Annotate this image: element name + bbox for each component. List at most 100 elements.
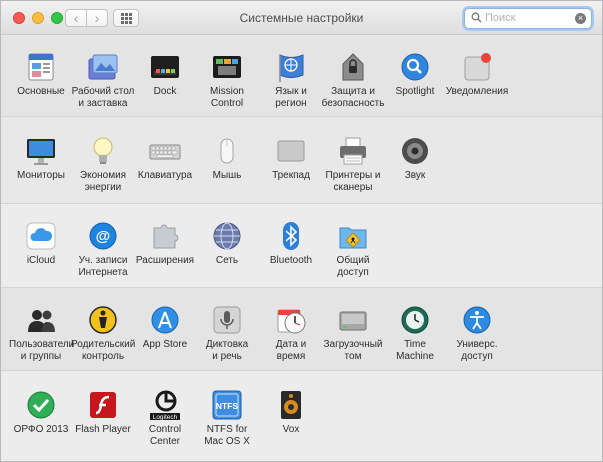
search-field[interactable]: × — [464, 8, 592, 29]
network-icon — [211, 220, 243, 252]
title-bar: ‹ › Системные настройки × — [1, 1, 602, 35]
logitech-logo-text: Logitech — [153, 414, 178, 421]
pane-app-store[interactable]: App Store — [133, 304, 197, 351]
language-icon — [275, 51, 307, 83]
general-icon — [25, 51, 57, 83]
vox-icon — [275, 389, 307, 421]
pane-dictation-speech[interactable]: Диктовка и речь — [195, 304, 259, 363]
pane-label: ОРФО 2013 — [13, 424, 69, 435]
pane-sharing[interactable]: Общий доступ — [321, 220, 385, 279]
keyboard-icon — [149, 135, 181, 167]
pane-general[interactable]: Основные — [9, 51, 73, 98]
pane-label: Экономия энергии — [79, 170, 127, 193]
pane-label: Дата и время — [275, 339, 307, 362]
pane-icloud[interactable]: iCloud — [9, 220, 73, 267]
displays-icon — [25, 135, 57, 167]
logitech-icon: Logitech — [149, 389, 181, 421]
mouse-icon — [211, 135, 243, 167]
pane-label: Основные — [17, 86, 65, 97]
pane-parental-controls[interactable]: Родительский контроль — [71, 304, 135, 363]
security-icon — [337, 51, 369, 83]
internet-accounts-icon: @ — [87, 220, 119, 252]
pane-label: Общий доступ — [336, 255, 370, 278]
bluetooth-icon — [275, 220, 307, 252]
icloud-icon — [25, 220, 57, 252]
pane-label: Защита и безопасность — [321, 86, 385, 109]
pane-date-time[interactable]: Дата и время — [259, 304, 323, 363]
pane-label: Bluetooth — [269, 255, 313, 266]
search-input[interactable] — [485, 10, 573, 26]
pane-accessibility[interactable]: Универс. доступ — [445, 304, 509, 363]
pane-label: Загрузочный том — [323, 339, 383, 362]
pane-label: Уч. записи Интернета — [78, 255, 128, 278]
pane-keyboard[interactable]: Клавиатура — [133, 135, 197, 182]
pane-printers-scanners[interactable]: Принтеры и сканеры — [321, 135, 385, 194]
datetime-icon — [275, 304, 307, 336]
sound-icon — [399, 135, 431, 167]
pane-label: Сеть — [215, 255, 239, 266]
pane-security[interactable]: Защита и безопасность — [321, 51, 385, 110]
pane-sound[interactable]: Звук — [383, 135, 447, 182]
pane-label: Мышь — [212, 170, 242, 181]
section-personal: Основные Рабочий стол и заставка Dock Mi… — [1, 35, 602, 117]
pane-network[interactable]: Сеть — [195, 220, 259, 267]
pane-label: Dock — [153, 86, 177, 97]
pane-ntfs[interactable]: NTFS NTFS for Mac OS X — [195, 389, 259, 448]
extensions-icon — [149, 220, 181, 252]
pane-label: Язык и регион — [275, 86, 307, 109]
appstore-icon — [149, 304, 181, 336]
pane-mission-control[interactable]: Mission Control — [195, 51, 259, 110]
ntfs-icon: NTFS — [211, 389, 243, 421]
pane-dock[interactable]: Dock — [133, 51, 197, 98]
notifications-icon — [461, 51, 493, 83]
pane-time-machine[interactable]: Time Machine — [383, 304, 447, 363]
pane-orfo[interactable]: ОРФО 2013 — [9, 389, 73, 436]
mission-control-icon — [211, 51, 243, 83]
sharing-icon — [337, 220, 369, 252]
printer-icon — [337, 135, 369, 167]
pane-trackpad[interactable]: Трекпад — [259, 135, 323, 182]
spotlight-icon — [399, 51, 431, 83]
pane-bluetooth[interactable]: Bluetooth — [259, 220, 323, 267]
pane-energy-saver[interactable]: Экономия энергии — [71, 135, 135, 194]
time-machine-icon — [399, 304, 431, 336]
accessibility-icon — [461, 304, 493, 336]
pane-label: Трекпад — [272, 170, 310, 181]
pane-startup-disk[interactable]: Загрузочный том — [321, 304, 385, 363]
pane-displays[interactable]: Мониторы — [9, 135, 73, 182]
pane-spotlight[interactable]: Spotlight — [383, 51, 447, 98]
pane-mouse[interactable]: Мышь — [195, 135, 259, 182]
pane-vox[interactable]: Vox — [259, 389, 323, 436]
pane-label: Родительский контроль — [71, 339, 136, 362]
clear-search-icon[interactable]: × — [575, 13, 586, 24]
pane-language-region[interactable]: Язык и регион — [259, 51, 323, 110]
pane-label: Мониторы — [17, 170, 65, 181]
pane-extensions[interactable]: Расширения — [133, 220, 197, 267]
parental-icon — [87, 304, 119, 336]
pane-desktop-screensaver[interactable]: Рабочий стол и заставка — [71, 51, 135, 110]
pane-flash-player[interactable]: Flash Player — [71, 389, 135, 436]
pane-label: Mission Control — [210, 86, 244, 109]
pane-label: Пользователи и группы — [9, 339, 75, 362]
startup-disk-icon — [337, 304, 369, 336]
pane-users-groups[interactable]: Пользователи и группы — [9, 304, 75, 363]
pane-label: Control Center — [148, 424, 182, 447]
pane-label: Spotlight — [395, 86, 435, 97]
pane-label: Рабочий стол и заставка — [71, 86, 135, 109]
trackpad-icon — [275, 135, 307, 167]
pane-label: Time Machine — [396, 339, 434, 362]
pane-notifications[interactable]: Уведомления — [445, 51, 509, 98]
pane-internet-accounts[interactable]: @ Уч. записи Интернета — [71, 220, 135, 279]
orfo-icon — [25, 389, 57, 421]
energy-icon — [87, 135, 119, 167]
dock-icon — [149, 51, 181, 83]
system-preferences-window: ‹ › Системные настройки × Основные Рабоч… — [0, 0, 603, 462]
pane-label: NTFS for Mac OS X — [204, 424, 250, 447]
pane-label: Flash Player — [75, 424, 131, 435]
pane-label: Уведомления — [445, 86, 509, 97]
pane-label: Звук — [404, 170, 426, 181]
desktop-icon — [87, 51, 119, 83]
section-system: Пользователи и группы Родительский контр… — [1, 288, 602, 371]
pane-logitech-control-center[interactable]: Logitech Control Center — [133, 389, 197, 448]
users-icon — [25, 304, 57, 336]
